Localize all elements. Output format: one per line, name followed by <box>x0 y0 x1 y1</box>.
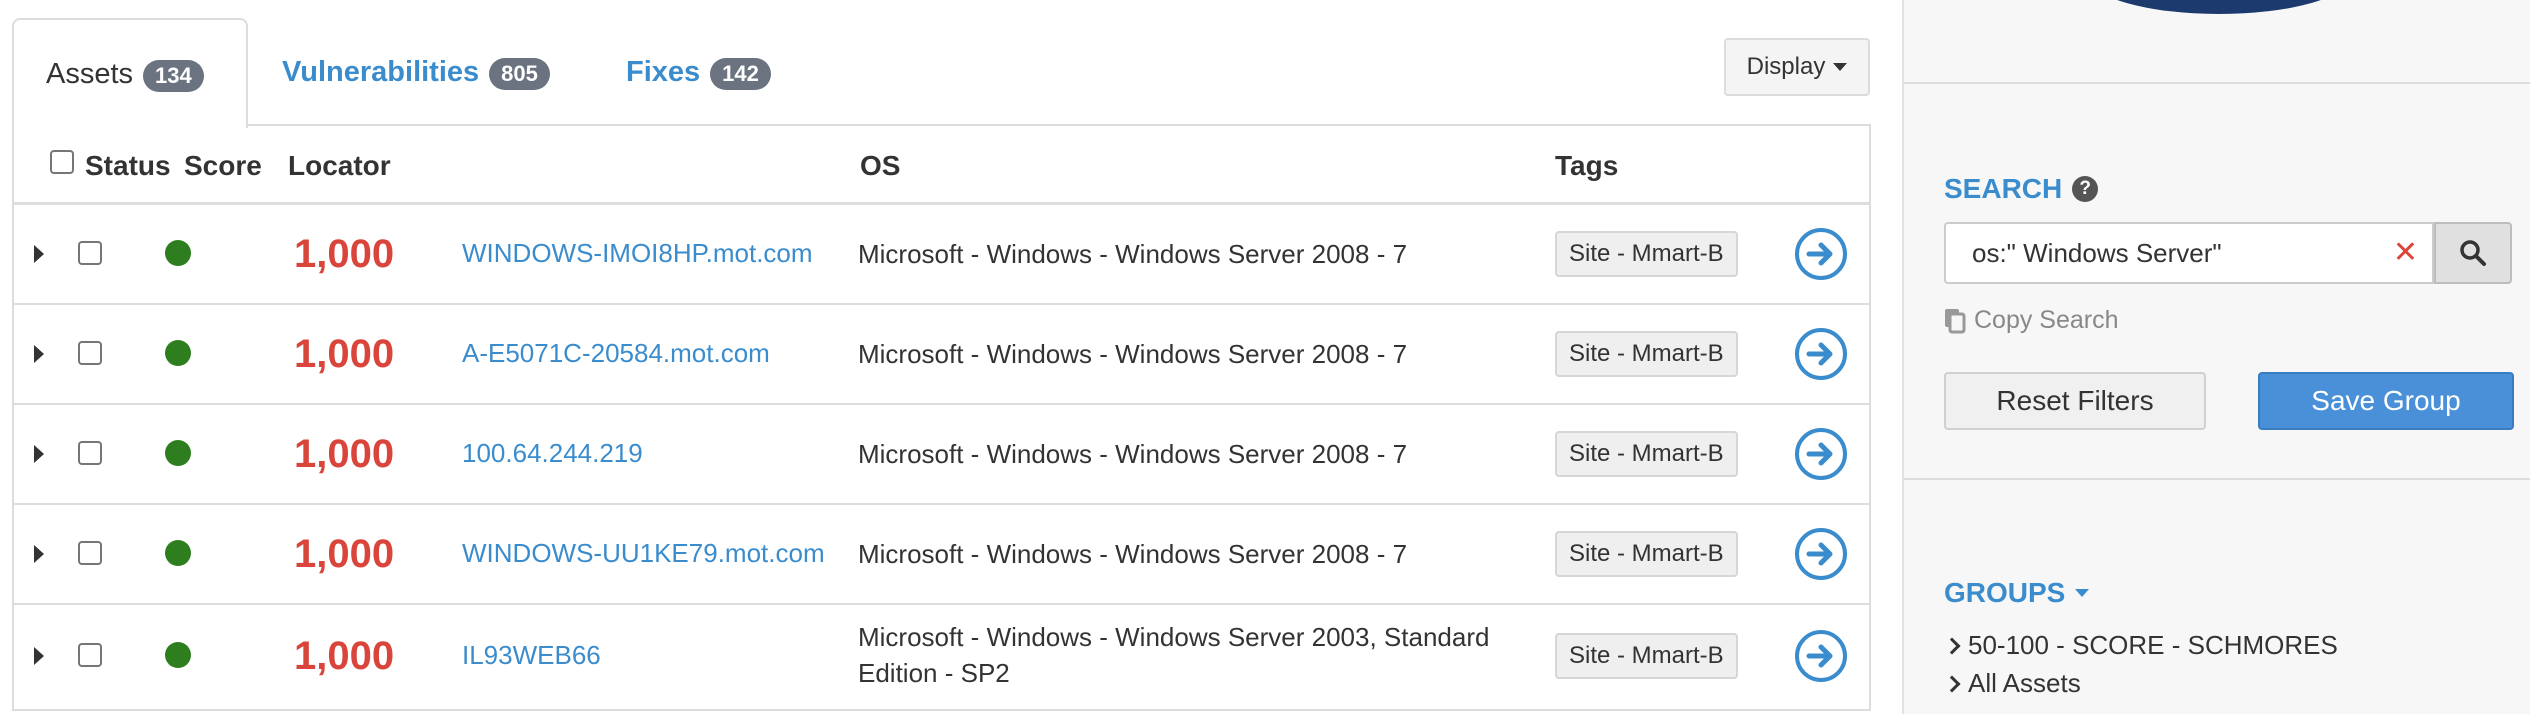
locator-link[interactable]: IL93WEB66 <box>462 640 601 671</box>
groups-title-label: GROUPS <box>1944 577 2066 608</box>
tab-fixes-label: Fixes <box>626 55 701 88</box>
expand-row-icon[interactable] <box>34 245 44 263</box>
copy-search-link[interactable]: Copy Search <box>1944 306 2119 335</box>
chevron-right-icon <box>1943 675 1961 692</box>
tag-badge[interactable]: Site - Mmart-B <box>1555 531 1738 577</box>
tab-assets-count: 134 <box>143 60 204 92</box>
clear-icon[interactable]: ✕ <box>2393 236 2418 270</box>
header-score[interactable]: Score <box>184 150 262 182</box>
locator-link[interactable]: WINDOWS-UU1KE79.mot.com <box>462 538 825 569</box>
arrow-circle-right-icon[interactable] <box>1793 526 1849 582</box>
locator-link[interactable]: WINDOWS-IMOI8HP.mot.com <box>462 238 813 269</box>
search-title-label: SEARCH <box>1944 173 2063 204</box>
right-sidebar: SEARCH ? ✕ Copy Search Reset Filters Sav… <box>1902 0 2530 714</box>
group-item[interactable]: 50-100 - SCORE - SCHMORES <box>1943 630 2338 661</box>
table-row: 1,000 WINDOWS-IMOI8HP.mot.com Microsoft … <box>14 205 1869 305</box>
row-checkbox[interactable] <box>78 341 102 365</box>
group-item[interactable]: All Assets <box>1943 668 2081 699</box>
header-os[interactable]: OS <box>860 150 900 182</box>
groups-section-title[interactable]: GROUPS <box>1944 577 2090 609</box>
tab-fixes[interactable]: Fixes 142 <box>626 18 771 126</box>
table-row: 1,000 A-E5071C-20584.mot.com Microsoft -… <box>14 305 1869 405</box>
row-checkbox[interactable] <box>78 241 102 265</box>
expand-row-icon[interactable] <box>34 445 44 463</box>
row-checkbox[interactable] <box>78 541 102 565</box>
table-row: 1,000 WINDOWS-UU1KE79.mot.com Microsoft … <box>14 505 1869 605</box>
display-button[interactable]: Display <box>1724 38 1870 96</box>
locator-link[interactable]: A-E5071C-20584.mot.com <box>462 338 770 369</box>
expand-row-icon[interactable] <box>34 345 44 363</box>
header-status[interactable]: Status <box>85 150 171 182</box>
sidebar-divider <box>1904 82 2530 84</box>
tag-badge[interactable]: Site - Mmart-B <box>1555 431 1738 477</box>
help-icon[interactable]: ? <box>2072 176 2099 202</box>
locator-link[interactable]: 100.64.244.219 <box>462 438 643 469</box>
row-checkbox[interactable] <box>78 441 102 465</box>
sidebar-divider <box>1904 478 2530 480</box>
assets-table: Status Score Locator OS Tags 1,000 WINDO… <box>12 126 1871 711</box>
caret-down-icon <box>1833 63 1848 71</box>
tag-badge[interactable]: Site - Mmart-B <box>1555 331 1738 377</box>
tab-fixes-count: 142 <box>710 58 771 90</box>
arrow-circle-right-icon[interactable] <box>1793 326 1849 382</box>
display-button-label: Display <box>1746 53 1826 80</box>
score-value: 1,000 <box>294 634 395 678</box>
search-input[interactable] <box>1970 236 2374 270</box>
status-indicator <box>165 240 191 266</box>
main-panel: Assets 134 Vulnerabilities 805 Fixes 142… <box>0 0 1900 714</box>
select-all-checkbox[interactable] <box>50 150 74 174</box>
score-value: 1,000 <box>294 332 395 376</box>
chevron-right-icon <box>1943 637 1961 654</box>
os-value: Microsoft - Windows - Windows Server 200… <box>858 439 1408 469</box>
os-value: Microsoft - Windows - Windows Server 200… <box>858 622 1490 688</box>
search-field: ✕ <box>1944 222 2434 284</box>
table-row: 1,000 100.64.244.219 Microsoft - Windows… <box>14 405 1869 505</box>
copy-icon <box>1945 308 1966 333</box>
status-indicator <box>165 540 191 566</box>
tag-badge[interactable]: Site - Mmart-B <box>1555 633 1738 679</box>
tab-vulnerabilities-count: 805 <box>489 58 550 90</box>
os-value: Microsoft - Windows - Windows Server 200… <box>858 239 1408 269</box>
status-indicator <box>165 642 191 668</box>
caret-down-icon <box>2075 589 2090 597</box>
tag-badge[interactable]: Site - Mmart-B <box>1555 231 1738 277</box>
arrow-circle-right-icon[interactable] <box>1793 226 1849 282</box>
table-row: 1,000 IL93WEB66 Microsoft - Windows - Wi… <box>14 605 1869 711</box>
header-tags[interactable]: Tags <box>1555 150 1618 182</box>
reset-filters-button[interactable]: Reset Filters <box>1944 372 2206 430</box>
header-locator[interactable]: Locator <box>288 150 391 182</box>
search-button[interactable] <box>2434 222 2512 284</box>
os-value: Microsoft - Windows - Windows Server 200… <box>858 339 1408 369</box>
logo-icon <box>2089 0 2349 14</box>
score-value: 1,000 <box>294 232 395 276</box>
expand-row-icon[interactable] <box>34 545 44 563</box>
row-checkbox[interactable] <box>78 643 102 667</box>
status-indicator <box>165 440 191 466</box>
tab-assets-label: Assets <box>46 57 134 90</box>
score-value: 1,000 <box>294 532 395 576</box>
tab-vulnerabilities-label: Vulnerabilities <box>282 55 480 88</box>
arrow-circle-right-icon[interactable] <box>1793 426 1849 482</box>
os-value: Microsoft - Windows - Windows Server 200… <box>858 539 1408 569</box>
status-indicator <box>165 340 191 366</box>
score-value: 1,000 <box>294 432 395 476</box>
save-group-button[interactable]: Save Group <box>2258 372 2514 430</box>
table-header: Status Score Locator OS Tags <box>14 126 1869 205</box>
search-icon <box>2460 240 2486 266</box>
tab-assets[interactable]: Assets 134 <box>12 18 248 128</box>
group-item-label: All Assets <box>1968 668 2081 698</box>
search-section-title: SEARCH ? <box>1944 173 2099 205</box>
arrow-circle-right-icon[interactable] <box>1793 628 1849 684</box>
group-item-label: 50-100 - SCORE - SCHMORES <box>1968 630 2338 660</box>
copy-search-label: Copy Search <box>1974 306 2119 334</box>
expand-row-icon[interactable] <box>34 647 44 665</box>
tab-vulnerabilities[interactable]: Vulnerabilities 805 <box>282 18 550 126</box>
